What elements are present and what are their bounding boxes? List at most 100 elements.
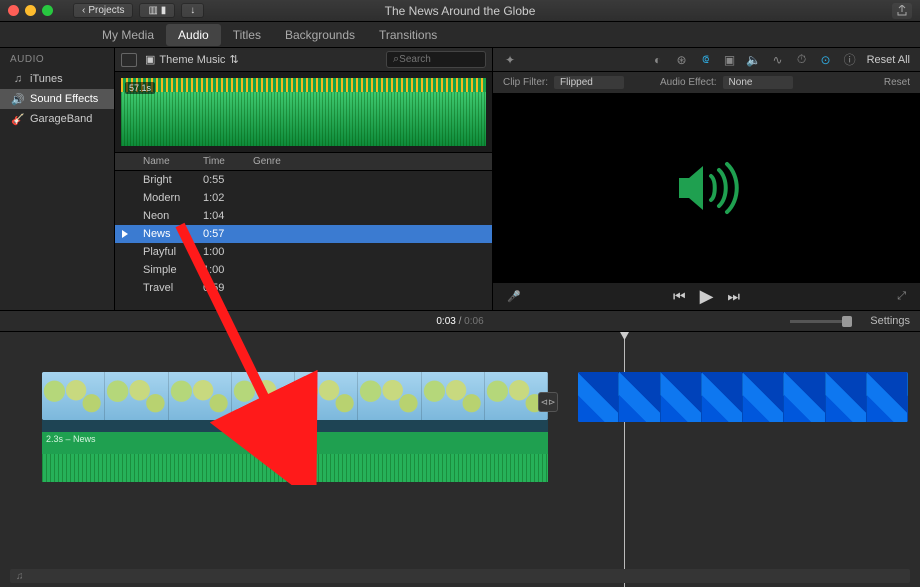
library-selector[interactable]: ▣ Theme Music ⇅ [145, 53, 239, 66]
zoom-window-icon[interactable] [42, 5, 53, 16]
timeline-footer: ♫ [10, 569, 910, 583]
zoom-slider[interactable] [790, 320, 850, 323]
current-time: 0:03 [436, 316, 455, 327]
cell-genre [245, 285, 492, 291]
stabilize-icon[interactable]: ▣ [723, 53, 737, 67]
clip-filter-value[interactable]: Flipped [554, 76, 624, 89]
cell-genre [245, 213, 492, 219]
search-input[interactable] [399, 54, 469, 65]
play-button[interactable]: ▶ [700, 286, 714, 307]
timeline-header: 0:03 / 0:06 Settings [0, 310, 920, 332]
duration-badge: 57.1s [125, 82, 155, 94]
search-field[interactable]: ⌕ [386, 51, 486, 68]
col-name[interactable]: Name [135, 153, 195, 170]
attached-audio-clip[interactable]: 2.3s – News [42, 432, 548, 482]
col-time[interactable]: Time [195, 153, 245, 170]
reset-button[interactable]: Reset [884, 77, 910, 88]
cell-name: Bright [135, 171, 195, 189]
play-icon[interactable] [122, 230, 128, 238]
library-tabs: My Media Audio Titles Backgrounds Transi… [0, 22, 920, 48]
next-button[interactable]: ⏭ [727, 288, 740, 305]
guitar-icon: 🎸 [12, 113, 24, 125]
speed-icon[interactable]: ⏱ [795, 53, 809, 67]
tab-audio[interactable]: Audio [166, 24, 221, 46]
volume-icon[interactable]: 🔈 [747, 53, 761, 67]
playback-controls: 🎤 ⏮ ▶ ⏭ ⤢ [493, 282, 920, 310]
clip-filter-label: Clip Filter: [503, 77, 548, 88]
timeline[interactable]: 2.3s – News ⊲⊳ ♫ [0, 332, 920, 587]
prev-button[interactable]: ⏮ [673, 288, 686, 305]
filter-icon[interactable]: ⊙ [819, 53, 833, 67]
table-row[interactable]: News0:57 [115, 225, 492, 243]
table-row[interactable]: Playful1:00 [115, 243, 492, 261]
layout-toggle-button[interactable]: ▥ ▮ [139, 3, 175, 18]
table-row[interactable]: Modern1:02 [115, 189, 492, 207]
cell-genre [245, 195, 492, 201]
cell-name: News [135, 225, 195, 243]
cell-genre [245, 177, 492, 183]
sidebar-item-garageband[interactable]: 🎸 GarageBand [0, 109, 114, 129]
titlebar: ‹ Projects ▥ ▮ ↓ The News Around the Glo… [0, 0, 920, 22]
transition-icon[interactable]: ⊲⊳ [538, 392, 558, 412]
cell-genre [245, 267, 492, 273]
col-genre[interactable]: Genre [245, 153, 492, 170]
crop-icon[interactable]: ⟃ [699, 53, 713, 67]
clip-audio-bar [42, 420, 548, 432]
playhead[interactable] [624, 332, 625, 587]
tab-my-media[interactable]: My Media [90, 24, 166, 46]
close-window-icon[interactable] [8, 5, 19, 16]
tab-transitions[interactable]: Transitions [367, 24, 449, 46]
cell-name: Neon [135, 207, 195, 225]
sidebar-item-label: GarageBand [30, 113, 92, 125]
total-duration: 0:06 [464, 316, 483, 327]
tab-backgrounds[interactable]: Backgrounds [273, 24, 367, 46]
view-mode-icon[interactable] [121, 53, 137, 67]
table-row[interactable]: Neon1:04 [115, 207, 492, 225]
back-label: Projects [88, 5, 124, 16]
table-row[interactable]: Travel0:59 [115, 279, 492, 297]
media-browser: ▣ Theme Music ⇅ ⌕ 57.1s Name Time Genre … [115, 48, 493, 310]
video-track[interactable] [578, 372, 908, 422]
magic-wand-icon[interactable]: ✦ [503, 53, 517, 67]
folder-icon: ▣ [145, 53, 155, 66]
cell-time: 1:00 [195, 261, 245, 279]
color-wheel-icon[interactable]: ⊛ [675, 53, 689, 67]
waveform-preview[interactable]: 57.1s [115, 72, 492, 152]
back-projects-button[interactable]: ‹ Projects [73, 3, 133, 18]
import-button[interactable]: ↓ [181, 3, 204, 18]
table-row[interactable]: Simple1:00 [115, 261, 492, 279]
fullscreen-icon[interactable]: ⤢ [897, 290, 906, 303]
viewer-toolbar: ✦ ◐ ⊛ ⟃ ▣ 🔈 ∿ ⏱ ⊙ ⓘ Reset All [493, 48, 920, 72]
sidebar-item-itunes[interactable]: ♫ iTunes [0, 69, 114, 89]
share-icon[interactable] [892, 3, 912, 19]
speaker-icon: 🔊 [12, 93, 24, 105]
minimize-window-icon[interactable] [25, 5, 36, 16]
sidebar-item-label: iTunes [30, 73, 63, 85]
preview-canvas[interactable] [493, 94, 920, 282]
table-body: Bright0:55Modern1:02Neon1:04News0:57Play… [115, 171, 492, 310]
color-balance-icon[interactable]: ◐ [651, 53, 665, 67]
audio-effect-label: Audio Effect: [660, 77, 717, 88]
timeline-clip-1[interactable]: 2.3s – News ⊲⊳ [42, 372, 548, 482]
audio-clip-label: 2.3s – News [46, 434, 96, 444]
cell-time: 0:59 [195, 279, 245, 297]
chevron-left-icon: ‹ [82, 5, 85, 16]
cell-time: 0:57 [195, 225, 245, 243]
cell-name: Modern [135, 189, 195, 207]
music-note-icon: ♫ [16, 571, 24, 582]
sidebar-item-sound-effects[interactable]: 🔊 Sound Effects [0, 89, 114, 109]
timeline-settings-button[interactable]: Settings [870, 315, 910, 327]
equalizer-icon[interactable]: ∿ [771, 53, 785, 67]
audio-sidebar: AUDIO ♫ iTunes 🔊 Sound Effects 🎸 GarageB… [0, 48, 115, 310]
table-row[interactable]: Bright0:55 [115, 171, 492, 189]
cell-time: 1:02 [195, 189, 245, 207]
timeline-clip-2[interactable] [578, 372, 908, 422]
filter-bar: Clip Filter: Flipped Audio Effect: None … [493, 72, 920, 94]
audio-effect-value[interactable]: None [723, 76, 793, 89]
reset-all-button[interactable]: Reset All [867, 54, 910, 66]
microphone-icon[interactable]: 🎤 [507, 290, 521, 303]
tab-titles[interactable]: Titles [221, 24, 273, 46]
library-label: Theme Music [159, 54, 225, 66]
video-track[interactable] [42, 372, 548, 420]
info-icon[interactable]: ⓘ [843, 53, 857, 67]
